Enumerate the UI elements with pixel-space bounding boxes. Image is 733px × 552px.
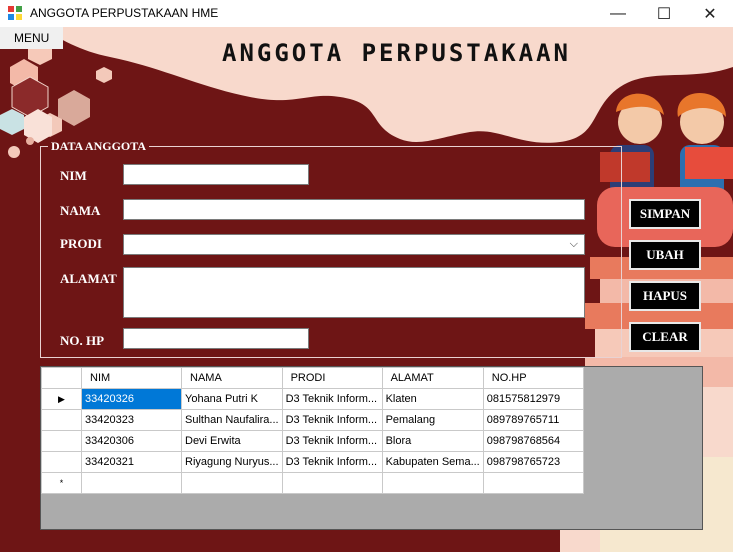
table-cell[interactable]: 33420321 xyxy=(81,451,182,473)
table-row[interactable]: 33420323 Sulthan Naufalira... D3 Teknik … xyxy=(41,409,584,431)
row-header[interactable] xyxy=(41,451,82,473)
maximize-icon: ☐ xyxy=(656,5,672,23)
column-header-nohp[interactable]: NO.HP xyxy=(482,367,584,389)
table-cell[interactable]: D3 Teknik Inform... xyxy=(281,451,383,473)
column-header-alamat[interactable]: ALAMAT xyxy=(381,367,484,389)
clear-button[interactable]: CLEAR xyxy=(629,322,701,352)
window-title: ANGGOTA PERPUSTAKAAN HME xyxy=(30,6,219,20)
members-table: NIM NAMA PRODI ALAMAT NO.HP ▶ 33420326 Y… xyxy=(41,367,584,494)
table-cell[interactable]: 098798768564 xyxy=(482,430,584,452)
table-cell[interactable]: 098798765723 xyxy=(482,451,584,473)
minimize-button[interactable]: — xyxy=(595,0,641,27)
table-header-row: NIM NAMA PRODI ALAMAT NO.HP xyxy=(41,367,584,389)
menu-item[interactable]: MENU xyxy=(14,31,49,45)
close-icon: ✕ xyxy=(703,5,717,23)
ubah-button[interactable]: UBAH xyxy=(629,240,701,270)
members-data-grid[interactable]: NIM NAMA PRODI ALAMAT NO.HP ▶ 33420326 Y… xyxy=(40,366,703,530)
prodi-label: PRODI xyxy=(60,236,102,251)
menu-strip[interactable]: MENU xyxy=(0,27,64,49)
table-row[interactable]: 33420306 Devi Erwita D3 Teknik Inform...… xyxy=(41,430,584,452)
nohp-field[interactable] xyxy=(123,328,309,349)
table-cell[interactable]: 33420326 xyxy=(81,388,182,410)
hex-shape xyxy=(0,109,24,135)
groupbox-title: DATA ANGGOTA xyxy=(48,139,150,154)
alamat-field[interactable] xyxy=(123,267,585,318)
table-cell[interactable]: Yohana Putri K xyxy=(181,388,283,410)
prodi-combobox[interactable]: ⌵ xyxy=(123,234,585,255)
table-cell[interactable]: Sulthan Naufalira... xyxy=(181,409,283,431)
table-cell[interactable] xyxy=(181,472,283,494)
chevron-down-icon[interactable]: ⌵ xyxy=(570,238,578,251)
close-button[interactable]: ✕ xyxy=(687,0,733,27)
nim-label: NIM xyxy=(60,168,87,183)
title-bar: ANGGOTA PERPUSTAKAAN HME — ☐ ✕ xyxy=(0,0,733,27)
new-row-icon[interactable]: * xyxy=(41,472,82,494)
column-header-nim[interactable]: NIM xyxy=(81,367,182,389)
client-area: MENU ANGGOTA PERPUSTAKAAN DATA ANGGOTA N… xyxy=(0,27,733,552)
table-cell[interactable]: D3 Teknik Inform... xyxy=(281,388,383,410)
table-cell[interactable] xyxy=(482,472,584,494)
table-cell[interactable] xyxy=(381,472,484,494)
app-icon xyxy=(8,6,22,20)
column-header-nama[interactable]: NAMA xyxy=(181,367,283,389)
table-cell[interactable]: 33420323 xyxy=(81,409,182,431)
table-cell[interactable] xyxy=(281,472,383,494)
table-row[interactable]: ▶ 33420326 Yohana Putri K D3 Teknik Info… xyxy=(41,388,584,410)
row-header[interactable] xyxy=(41,430,82,452)
table-cell[interactable]: Klaten xyxy=(381,388,484,410)
page-title: ANGGOTA PERPUSTAKAAN xyxy=(222,39,571,67)
nama-field[interactable] xyxy=(123,199,585,220)
hex-shape xyxy=(96,67,112,83)
row-header[interactable] xyxy=(41,409,82,431)
nim-field[interactable] xyxy=(123,164,309,185)
column-header-prodi[interactable]: PRODI xyxy=(281,367,383,389)
table-cell[interactable]: 33420306 xyxy=(81,430,182,452)
table-cell[interactable]: Kabupaten Sema... xyxy=(381,451,484,473)
table-cell[interactable]: 081575812979 xyxy=(482,388,584,410)
dot-shape xyxy=(8,146,20,158)
table-row[interactable]: 33420321 Riyagung Nuryus... D3 Teknik In… xyxy=(41,451,584,473)
table-cell[interactable] xyxy=(81,472,182,494)
table-cell[interactable]: Pemalang xyxy=(381,409,484,431)
current-row-icon[interactable]: ▶ xyxy=(41,388,82,410)
dot-shape xyxy=(26,137,34,145)
alamat-label: ALAMAT xyxy=(60,271,117,286)
simpan-button[interactable]: SIMPAN xyxy=(629,199,701,229)
table-cell[interactable]: D3 Teknik Inform... xyxy=(281,409,383,431)
new-row[interactable]: * xyxy=(41,472,584,494)
hapus-button[interactable]: HAPUS xyxy=(629,281,701,311)
nohp-label: NO. HP xyxy=(60,333,105,348)
table-cell[interactable]: 089789765711 xyxy=(482,409,584,431)
hex-shape xyxy=(58,90,90,126)
table-cell[interactable]: Riyagung Nuryus... xyxy=(181,451,283,473)
maximize-button[interactable]: ☐ xyxy=(641,0,687,27)
table-cell[interactable]: Devi Erwita xyxy=(181,430,283,452)
table-cell[interactable]: D3 Teknik Inform... xyxy=(281,430,383,452)
minimize-icon: — xyxy=(610,4,626,22)
table-cell[interactable]: Blora xyxy=(381,430,484,452)
row-header-corner[interactable] xyxy=(41,367,82,389)
nama-label: NAMA xyxy=(60,203,101,218)
